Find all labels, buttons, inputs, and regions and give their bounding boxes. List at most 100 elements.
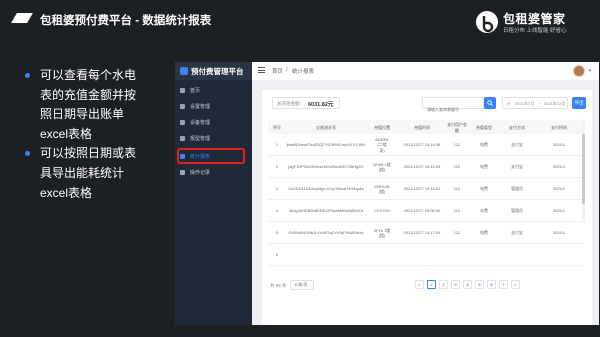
feature-bullets: 可以查看每个水电 表的充值金额并按 照日期导出账单 excel表格 可以按照日期… — [22, 66, 162, 203]
bullet-item: 可以按照日期或表 具导出能耗统计 excel表格 — [22, 144, 162, 203]
date-range-picker[interactable]: ◷ 2021年7月 ~ 2021年12月 — [502, 97, 568, 109]
table-cell: 112 — [453, 142, 461, 148]
breadcrumb-current: 统计报表 — [292, 69, 315, 75]
search-icon — [487, 100, 493, 106]
topbar: 首页 / 统计报表 ▾ — [252, 62, 599, 80]
table-cell: M3FA2B (楼) — [374, 183, 390, 195]
total-amount-value: 6031.82元 — [308, 102, 334, 108]
column-header: 充值位置 — [374, 125, 390, 130]
total-count: 共 96 条 — [270, 283, 287, 288]
table-cell: jagF1HPS6GKHcs4NOcDbcrDK7GbHg2G — [288, 164, 364, 170]
table-cell: 支付宝 — [511, 164, 523, 170]
avatar[interactable] — [573, 65, 585, 77]
app-logo-icon — [180, 67, 188, 75]
table-cell: 2021/12/27 15:12:02 — [403, 186, 441, 192]
report-card: 总充值金额: 6031.82元 ◷ 2021年7月 ~ 2021年12月 导出 — [262, 90, 592, 325]
slide-header: 包租婆预付费平台 - 数据统计报表 包租婆管家 日租分布 上线智能 好省心 — [0, 0, 600, 44]
table-cell: 2 — [275, 164, 279, 170]
page-button[interactable]: 2 — [439, 280, 448, 289]
bullet-item: 可以查看每个水电 表的充值金额并按 照日期导出账单 excel表格 — [22, 66, 162, 144]
bullet-line: 表的充值金额并按 — [40, 87, 137, 102]
location-icon — [180, 104, 185, 109]
bullet-dot-icon — [25, 73, 30, 78]
column-header: 充值类型 — [476, 125, 492, 130]
sidebar-item-devices[interactable]: 设备管理 — [175, 116, 252, 130]
table-row[interactable]: 4 4bvg2kHDB6h8DN5JZFIcwkM0sbMW1Dt CCXXXX 20… — [268, 200, 584, 222]
table-row[interactable]: 6 — [268, 244, 584, 266]
sidebar-item-settings[interactable]: 设置管理 — [175, 100, 252, 114]
scroll-thumb[interactable] — [582, 134, 585, 204]
table-cell: G4EbMNGHb2uYuNE1q2YKfqFXdW0sHe — [288, 230, 364, 236]
device-icon — [180, 120, 185, 125]
table-cell: 电费 — [480, 164, 488, 170]
table-cell: 支付宝 — [511, 142, 523, 148]
column-header: 支付方式 — [509, 125, 525, 130]
bullet-line: 具导出能耗统计 — [40, 165, 125, 180]
record-icon — [180, 170, 185, 175]
page-button[interactable]: 6 — [487, 280, 496, 289]
title-marker-icon — [11, 13, 33, 23]
export-button[interactable]: 导出 — [572, 97, 586, 109]
bullet-line: 照日期导出账单 — [40, 107, 125, 122]
column-header: 交易流水号 — [316, 125, 336, 130]
table-row[interactable]: 3 UcGKD11DD4oyMgLxCeyYNcwH3H4qsku M3FA2B (… — [268, 178, 584, 200]
table-cell: A03001 (二楼 表) — [375, 136, 389, 153]
table-cell: 管理员 — [511, 186, 523, 192]
table-row[interactable]: 1 jbbd6Dbewf7hqD5Q7Y67tRNCwyVUYVJiRc A0300… — [268, 134, 584, 156]
table-cell: 管理员 — [511, 208, 523, 214]
home-icon — [180, 88, 185, 93]
table-cell: 2021/1 — [552, 164, 566, 170]
bullet-line: 可以按照日期或表 — [40, 146, 137, 161]
table-cell: 电费 — [480, 142, 488, 148]
table-cell: 112 — [453, 186, 461, 192]
search-button[interactable] — [484, 97, 496, 109]
table-cell: jbbd6Dbewf7hqD5Q7Y67tRNCwyVUYVJiRc — [286, 142, 366, 148]
column-header: 支付用户金额 — [447, 122, 467, 133]
table-cell: 2021/12/27 15:12:05 — [403, 164, 441, 170]
page-button[interactable]: 4 — [463, 280, 472, 289]
total-amount-label: 总充值金额: — [277, 101, 301, 106]
breadcrumb-home[interactable]: 首页 — [272, 67, 283, 75]
table-cell: CCXXXX — [373, 208, 391, 214]
page-button[interactable]: 1 — [427, 280, 436, 289]
content-pane: 总充值金额: 6031.82元 ◷ 2021年7月 ~ 2021年12月 导出 — [252, 80, 599, 325]
sidebar-item-buildings[interactable]: 报型管理 — [175, 132, 252, 146]
app-title: 预付费管理平台 — [191, 67, 244, 76]
sidebar-item-records[interactable]: 操作记录 — [175, 166, 252, 180]
app-screenshot: 预付费管理平台 首页 设置管理 设备管理 报型管理 统计报表 操作记录 首页 /… — [175, 62, 599, 325]
table-row[interactable]: 5 G4EbMNGHb2uYuNE1q2YKfqFXdW0sHe 0F15 1楼 (… — [268, 222, 584, 244]
sidebar-item-label: 设备管理 — [190, 120, 211, 126]
table-cell: 2021/12/27 15:06:50 — [403, 208, 441, 214]
search-input[interactable] — [423, 104, 477, 115]
table-cell: 112 — [453, 230, 461, 236]
page-size-select[interactable]: 10条/页 — [290, 280, 314, 290]
page-button[interactable]: 5 — [475, 280, 484, 289]
page-button[interactable]: 3 — [451, 280, 460, 289]
table-cell: 2021/1 — [552, 186, 566, 192]
brand-logo-block: 包租婆管家 日租分布 上线智能 好省心 — [476, 9, 586, 37]
table-scrollbar[interactable] — [582, 122, 585, 222]
next-page-button[interactable]: > — [511, 280, 520, 289]
column-header: 充值时间 — [414, 125, 430, 130]
menu-toggle-icon[interactable] — [258, 67, 265, 73]
table-cell: 2021/1 — [552, 208, 566, 214]
brand-logo-icon — [476, 11, 498, 33]
prev-page-button[interactable]: < — [415, 280, 424, 289]
bullet-line: excel表格 — [40, 185, 93, 200]
page-button[interactable]: 7 — [499, 280, 508, 289]
date-end: 2021年12月 — [544, 101, 566, 106]
bullet-line: excel表格 — [40, 126, 93, 141]
chevron-down-icon[interactable]: ▾ — [588, 68, 591, 74]
column-header: 序号 — [273, 125, 281, 130]
sidebar-item-label: 设置管理 — [190, 104, 211, 110]
sidebar-item-home[interactable]: 首页 — [175, 84, 252, 98]
breadcrumb-separator: / — [286, 67, 288, 73]
table-cell: 电费 — [480, 186, 488, 192]
annotation-highlight-box — [177, 148, 245, 164]
bullet-dot-icon — [25, 151, 30, 157]
table-cell: 0F15 1楼 (楼) — [373, 227, 391, 239]
table-cell: 2021/12/27 16:14:38 — [403, 142, 441, 148]
brand-tagline: 日租分布 上线智能 好省心 — [503, 28, 567, 34]
table-row[interactable]: 2 jagF1HPS6GKHcs4NOcDbcrDK7GbHg2G 0F4M 1楼 … — [268, 156, 584, 178]
sidebar-item-label: 首页 — [190, 88, 201, 94]
